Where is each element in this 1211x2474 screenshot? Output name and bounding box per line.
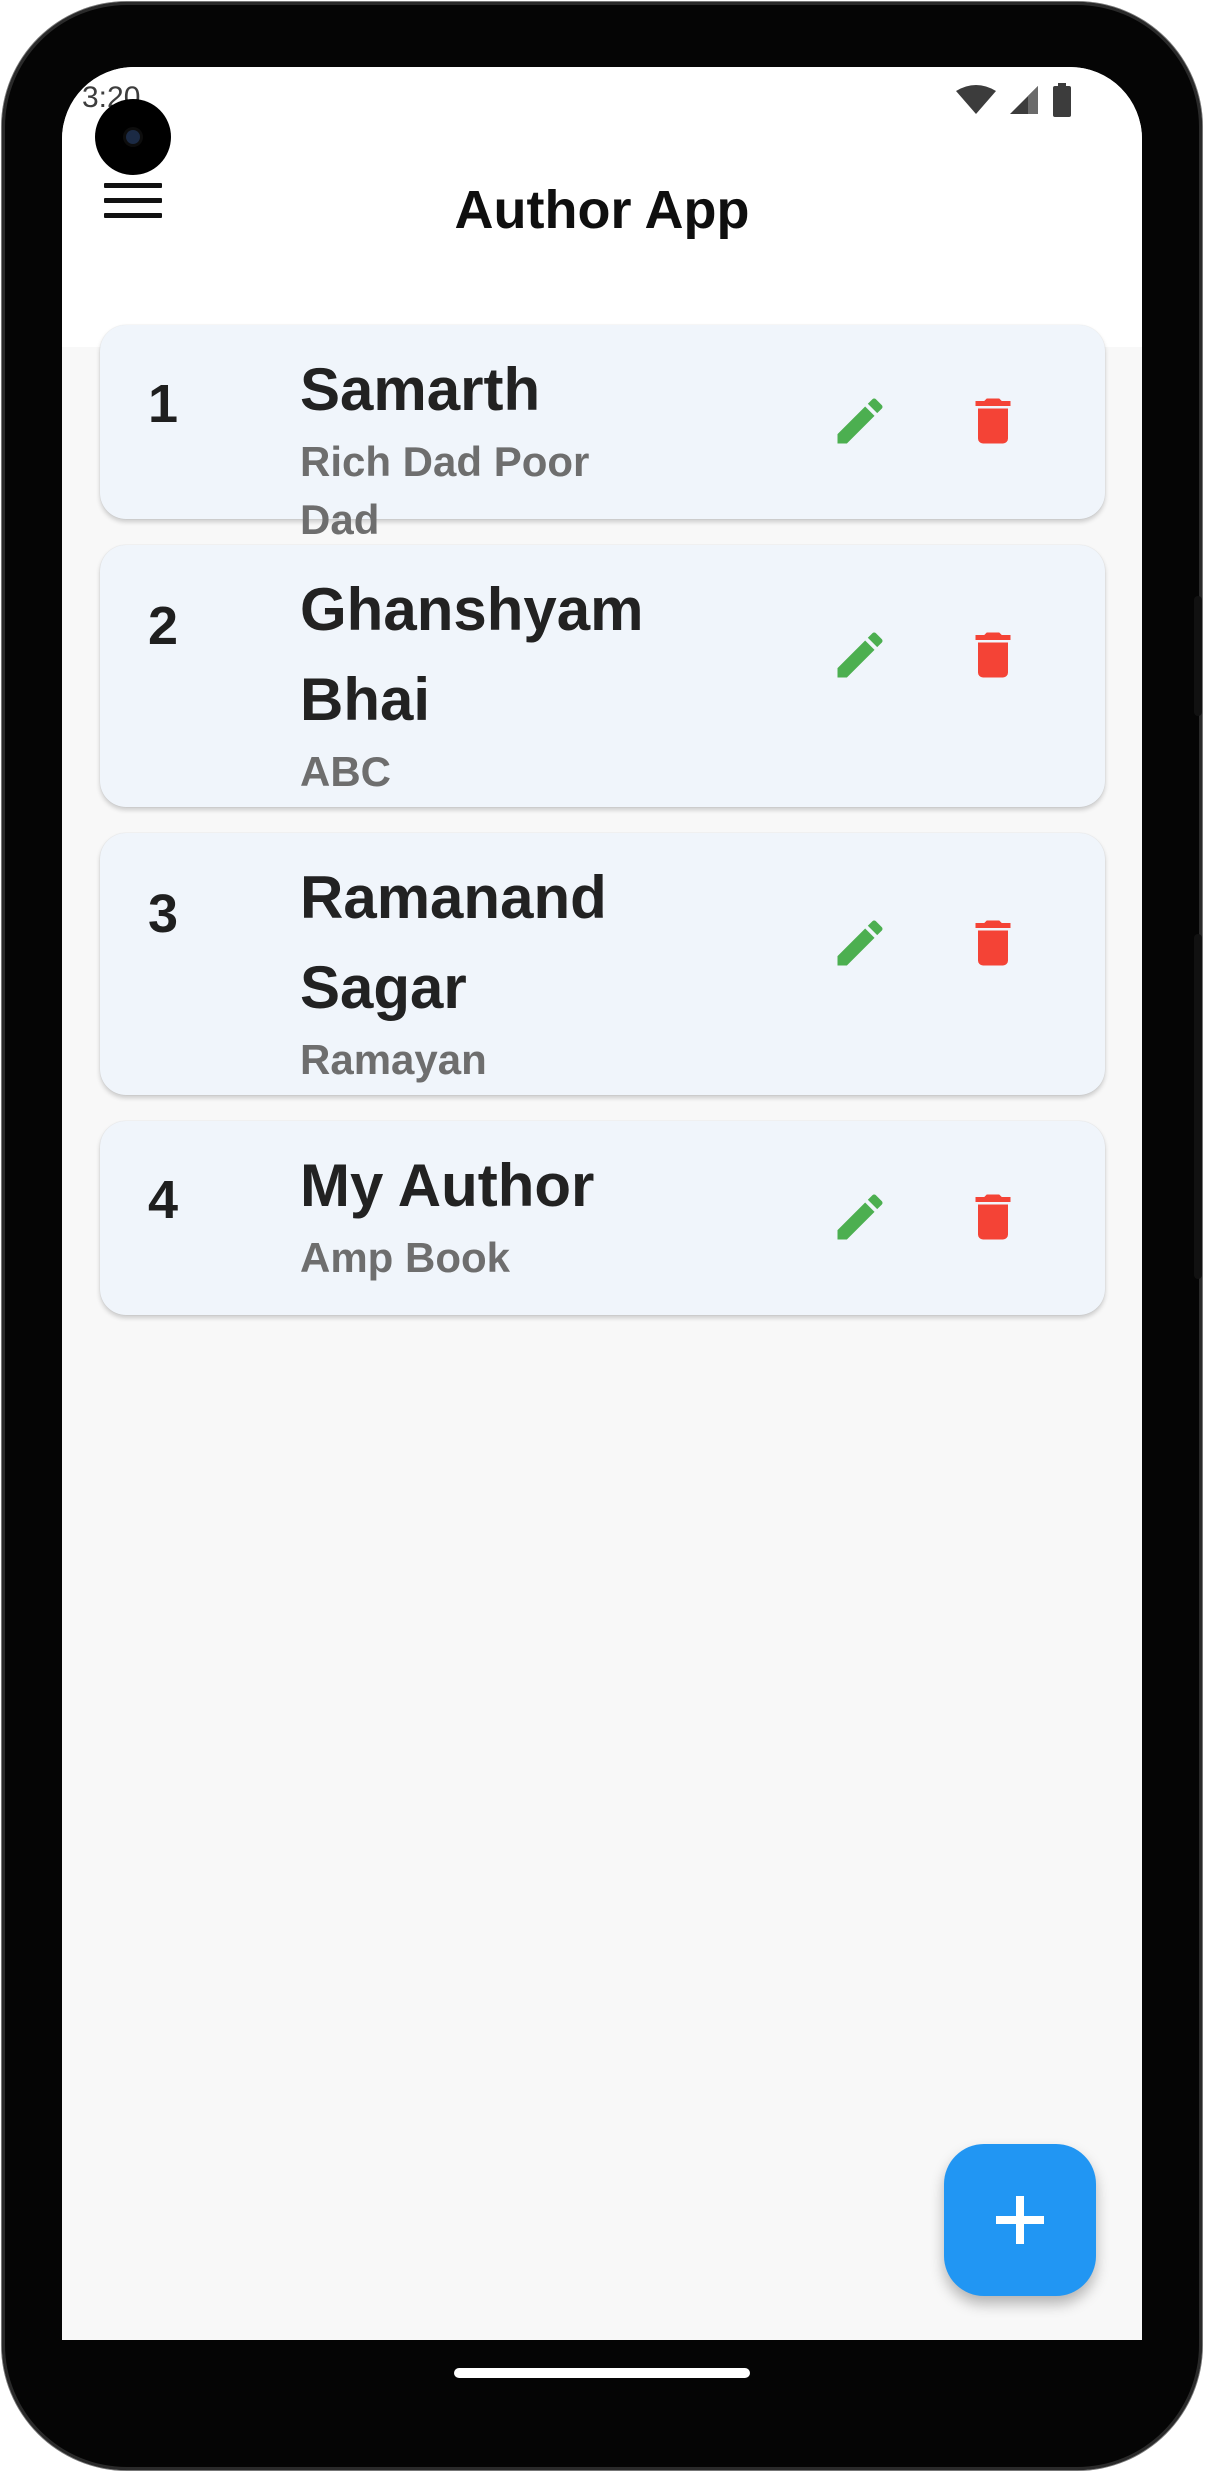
home-indicator[interactable] (454, 2368, 750, 2378)
author-book: Ramayan (300, 1036, 487, 1083)
plus-icon (996, 2196, 1044, 2244)
author-text: Ghanshyam Bhai ABC (300, 565, 660, 801)
pencil-icon[interactable] (830, 625, 890, 685)
status-icons (956, 83, 1072, 117)
power-button (1194, 596, 1202, 716)
author-index: 2 (148, 596, 179, 656)
author-text: My Author Amp Book (300, 1141, 660, 1287)
volume-button (1194, 934, 1202, 1279)
author-index: 1 (148, 374, 179, 434)
author-name: Samarth (300, 356, 541, 423)
author-name: Ghanshyam Bhai (300, 576, 644, 733)
author-book: ABC (300, 748, 391, 795)
author-card[interactable]: 3 Ramanand Sagar Ramayan (100, 833, 1105, 1095)
screen: 3:20 Author App 1 Samarth Rich Dad Poor … (62, 67, 1142, 2340)
trash-icon[interactable] (963, 625, 1023, 685)
app-bar: Author App (62, 127, 1142, 347)
front-camera (95, 99, 171, 175)
author-index: 3 (148, 884, 179, 944)
author-card[interactable]: 2 Ghanshyam Bhai ABC (100, 545, 1105, 807)
pencil-icon[interactable] (830, 1187, 890, 1247)
trash-icon[interactable] (963, 913, 1023, 973)
page-title: Author App (454, 180, 750, 240)
author-text: Samarth Rich Dad Poor Dad (300, 345, 660, 549)
phone-frame: 3:20 Author App 1 Samarth Rich Dad Poor … (2, 2, 1202, 2470)
author-book: Rich Dad Poor Dad (300, 438, 590, 543)
battery-icon (1053, 83, 1071, 117)
signal-icon (1010, 86, 1038, 114)
author-name: My Author (300, 1152, 595, 1219)
author-list: 1 Samarth Rich Dad Poor Dad 2 Ghanshyam … (100, 325, 1105, 1341)
pencil-icon[interactable] (830, 391, 890, 451)
trash-icon[interactable] (963, 1187, 1023, 1247)
author-book: Amp Book (300, 1234, 510, 1281)
status-bar: 3:20 (62, 67, 1142, 127)
author-card[interactable]: 1 Samarth Rich Dad Poor Dad (100, 325, 1105, 543)
author-card[interactable]: 4 My Author Amp Book (100, 1121, 1105, 1315)
author-text: Ramanand Sagar Ramayan (300, 853, 660, 1089)
author-index: 4 (148, 1170, 179, 1230)
pencil-icon[interactable] (830, 913, 890, 973)
add-author-button[interactable] (944, 2144, 1096, 2296)
wifi-icon (956, 85, 996, 114)
author-name: Ramanand Sagar (300, 864, 607, 1021)
trash-icon[interactable] (963, 391, 1023, 451)
